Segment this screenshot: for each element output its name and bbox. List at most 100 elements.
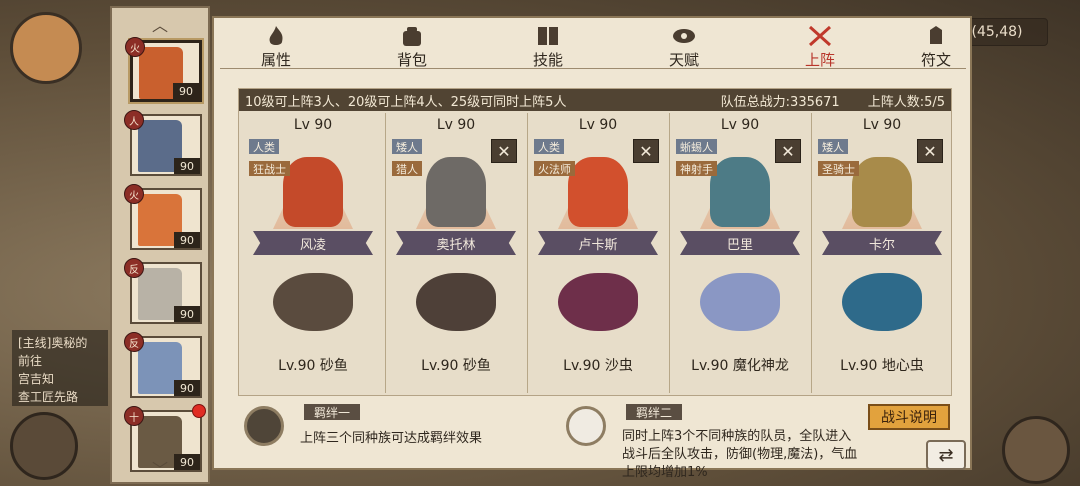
swap-button[interactable]: ⇄	[926, 440, 966, 470]
hero-class-badge: 火	[124, 184, 144, 204]
hero-name-banner: 卢卡斯	[538, 231, 658, 255]
hero-race-tag: 蜥蜴人	[676, 139, 717, 154]
quest-line: 宫吉知	[18, 372, 55, 386]
pet-figure[interactable]	[558, 273, 638, 331]
tab-label: 符文	[920, 51, 951, 69]
lineup-info-bar: 10级可上阵3人、20级可上阵4人、25级可同时上阵5人 队伍总战力:33567…	[239, 89, 951, 111]
tab-label: 技能	[532, 51, 563, 69]
hero-race-tag: 矮人	[392, 139, 422, 154]
pet-label: Lv.90 沙虫	[563, 358, 633, 374]
pet-label: Lv.90 砂鱼	[421, 358, 491, 374]
hero-class-badge: 十	[124, 406, 144, 426]
chevron-down-icon[interactable]: ﹀	[152, 456, 168, 480]
chevron-up-icon[interactable]: ︿	[152, 12, 168, 36]
pet-figure[interactable]	[273, 273, 353, 331]
tab-label: 属性	[260, 51, 291, 69]
bond-two-icon[interactable]	[566, 406, 606, 446]
team-power: 队伍总战力:335671	[720, 94, 840, 110]
hero-class-tag: 猎人	[392, 161, 422, 176]
tab-label: 背包	[396, 51, 427, 69]
rune-icon	[930, 26, 942, 44]
hero-class-tag: 狂战士	[249, 161, 290, 176]
hero-figure[interactable]	[426, 157, 486, 227]
lineup-rule: 10级可上阵3人、20级可上阵4人、25级可同时上阵5人	[245, 94, 567, 110]
hero-level-label: Lv 90	[862, 117, 902, 133]
pet-label: Lv.90 地心虫	[840, 358, 924, 374]
bottom-left-button[interactable]	[10, 412, 78, 480]
quest-line: 前往	[18, 354, 43, 368]
pet-figure[interactable]	[700, 273, 780, 331]
hero-race-tag: 矮人	[818, 139, 848, 154]
hero-name-banner: 巴里	[680, 231, 800, 255]
hero-figure[interactable]	[710, 157, 770, 227]
hero-level: 90	[174, 158, 200, 174]
player-avatar[interactable]	[10, 12, 82, 84]
roster-hero-card[interactable]: 90 反	[124, 332, 202, 398]
lineup-slot[interactable]: Lv 90 蜥蜴人 神射手 巴里 Lv.90 魔化神龙 ✕	[669, 113, 809, 393]
tab-divider	[220, 68, 966, 69]
pet-label: Lv.90 砂鱼	[278, 358, 348, 374]
eye-icon	[673, 29, 695, 43]
lineup-slot[interactable]: Lv 90 人类火法师卢卡斯 Lv.90 沙虫 ✕	[527, 113, 667, 393]
lineup-slot[interactable]: Lv 90 矮人猎人奥托林 Lv.90 砂鱼 ✕	[385, 113, 525, 393]
remove-hero-button[interactable]: ✕	[491, 139, 517, 163]
hero-name-banner: 奥托林	[396, 231, 516, 255]
home-button[interactable]	[1002, 416, 1070, 484]
bond-one: 羁绊一 上阵三个同种族可达成羁绊效果	[244, 404, 544, 464]
hero-figure[interactable]	[568, 157, 628, 227]
hero-name-banner: 风凌	[253, 231, 373, 255]
hero-level: 90	[174, 232, 200, 248]
pet-figure[interactable]	[416, 273, 496, 331]
bond-one-desc: 上阵三个同种族可达成羁绊效果	[300, 431, 483, 446]
tab-bar: 属性 背包 技能 天赋 上阵 符文	[224, 22, 964, 78]
hero-class-tag: 火法师	[534, 161, 575, 176]
hero-race-tag: 人类	[249, 139, 279, 154]
hero-class-badge: 反	[124, 332, 144, 352]
tab-label: 天赋	[668, 51, 699, 69]
bond-one-icon[interactable]	[244, 406, 284, 446]
hero-class-badge: 反	[124, 258, 144, 278]
bag-icon	[403, 27, 421, 46]
pet-figure[interactable]	[842, 273, 922, 331]
hero-level-label: Lv 90	[293, 117, 333, 133]
hero-level: 90	[173, 83, 199, 99]
hero-name-banner: 卡尔	[822, 231, 942, 255]
lineup-area: 10级可上阵3人、20级可上阵4人、25级可同时上阵5人 队伍总战力:33567…	[238, 88, 952, 396]
lineup-slot[interactable]: Lv 90 人类狂战士风凌 Lv.90 砂鱼	[243, 113, 383, 393]
roster-hero-card[interactable]: 90 火	[124, 184, 202, 250]
hero-class-tag: 神射手	[676, 161, 717, 176]
roster-hero-card[interactable]: 90 反	[124, 258, 202, 324]
hero-level: 90	[174, 380, 200, 396]
hero-roster[interactable]: ︿ 90 火 90 人 90 火 90 反 90 反 90 十 ﹀	[110, 6, 210, 484]
hero-figure[interactable]	[852, 157, 912, 227]
quest-tracker[interactable]: [主线]奥秘的 前往 宫吉知 查工匠先路	[12, 330, 108, 406]
remove-hero-button[interactable]: ✕	[633, 139, 659, 163]
hero-class-badge: 人	[124, 110, 144, 130]
notification-dot	[192, 404, 206, 418]
crossed-swords-icon	[808, 25, 832, 47]
hero-level: 90	[174, 454, 200, 470]
bond-two: 羁绊二 同时上阵3个不同种族的队员，全队进入战斗后全队攻击，防御(物理,魔法)，…	[566, 404, 857, 480]
book-icon	[538, 27, 558, 45]
bond-one-title: 羁绊一	[304, 404, 361, 420]
hero-level-label: Lv 90	[720, 117, 760, 133]
quest-line: 查工匠先路	[18, 390, 79, 404]
remove-hero-button[interactable]: ✕	[917, 139, 943, 163]
roster-hero-card[interactable]: 90 火	[125, 37, 202, 102]
hero-level-label: Lv 90	[578, 117, 618, 133]
hero-level: 90	[174, 306, 200, 322]
roster-hero-card[interactable]: 90 人	[124, 110, 202, 176]
lineup-slot[interactable]: Lv 90 矮人圣骑士卡尔 Lv.90 地心虫 ✕	[811, 113, 951, 393]
fire-icon	[269, 26, 283, 45]
hero-level-label: Lv 90	[436, 117, 476, 133]
quest-line: [主线]奥秘的	[18, 336, 88, 350]
battle-help-button[interactable]: 战斗说明	[868, 404, 950, 430]
hero-race-tag: 人类	[534, 139, 564, 154]
tab-label: 上阵	[804, 51, 835, 69]
hero-class-tag: 圣骑士	[818, 161, 859, 176]
remove-hero-button[interactable]: ✕	[775, 139, 801, 163]
hero-figure[interactable]	[283, 157, 343, 227]
team-panel: 属性 背包 技能 天赋 上阵 符文 10级可上阵3人、20级可上阵4人、25级可同时上阵5…	[212, 16, 972, 480]
lineup-count: 上阵人数:5/5	[867, 94, 945, 110]
hero-class-badge: 火	[125, 37, 145, 57]
